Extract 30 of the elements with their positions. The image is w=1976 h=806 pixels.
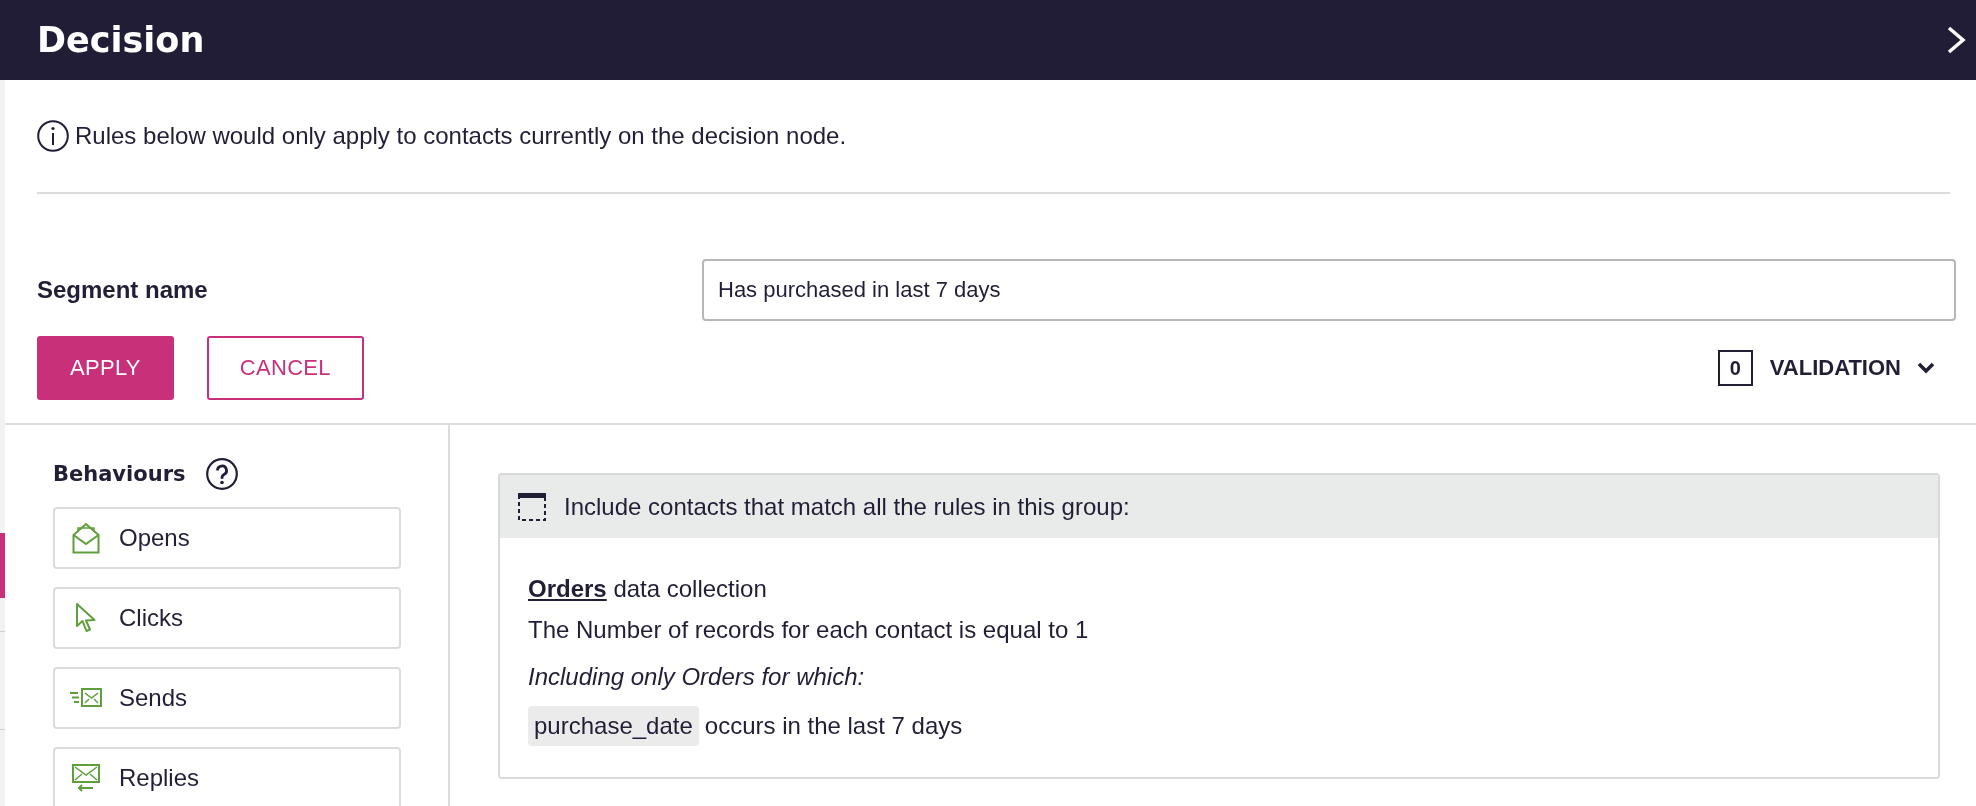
filter-intro-text: Including only Orders for which: <box>528 662 866 692</box>
record-count-condition: The Number of records for each contact is equal to 1 <box>528 615 1090 645</box>
open-envelope-icon <box>72 522 100 554</box>
apply-button[interactable]: APPLY <box>37 336 174 400</box>
field-tag: purchase_date <box>528 706 699 746</box>
validation-count: 0 <box>1717 350 1753 386</box>
validation-toggle[interactable]: VALIDATION <box>1769 355 1935 381</box>
behaviour-card[interactable]: Clicks <box>53 587 401 649</box>
cursor-arrow-icon <box>75 602 97 634</box>
accent-bar <box>0 533 5 598</box>
field-condition-text: occurs in the last 7 days <box>704 712 963 740</box>
notice-text: Rules below would only apply to contacts currently on the decision node. <box>75 122 847 150</box>
collection-rule-text: Orders data collection <box>528 574 768 604</box>
panel-title: Decision <box>37 20 205 60</box>
collection-link[interactable]: Orders <box>528 575 607 602</box>
segment-name-label: Segment name <box>37 276 209 304</box>
cancel-button[interactable]: CANCEL <box>206 336 364 400</box>
behaviour-card[interactable]: Replies <box>53 747 401 806</box>
chevron-right-icon <box>1946 26 1966 54</box>
segment-name-field[interactable]: Has purchased in last 7 days <box>702 259 1956 321</box>
help-icon[interactable] <box>205 458 238 490</box>
envelope-arrow-icon <box>72 764 100 792</box>
collapse-button[interactable] <box>1946 26 1966 54</box>
behaviours-heading: Behaviours <box>53 462 186 486</box>
rule-group-title: Include contacts that match all the rules in this group: <box>564 492 1130 521</box>
dashed-window-icon <box>518 492 546 521</box>
info-icon <box>37 120 69 152</box>
envelope-speed-lines-icon <box>70 688 102 708</box>
behaviour-card[interactable]: Sends <box>53 667 401 729</box>
behaviour-card[interactable]: Opens <box>53 507 401 569</box>
